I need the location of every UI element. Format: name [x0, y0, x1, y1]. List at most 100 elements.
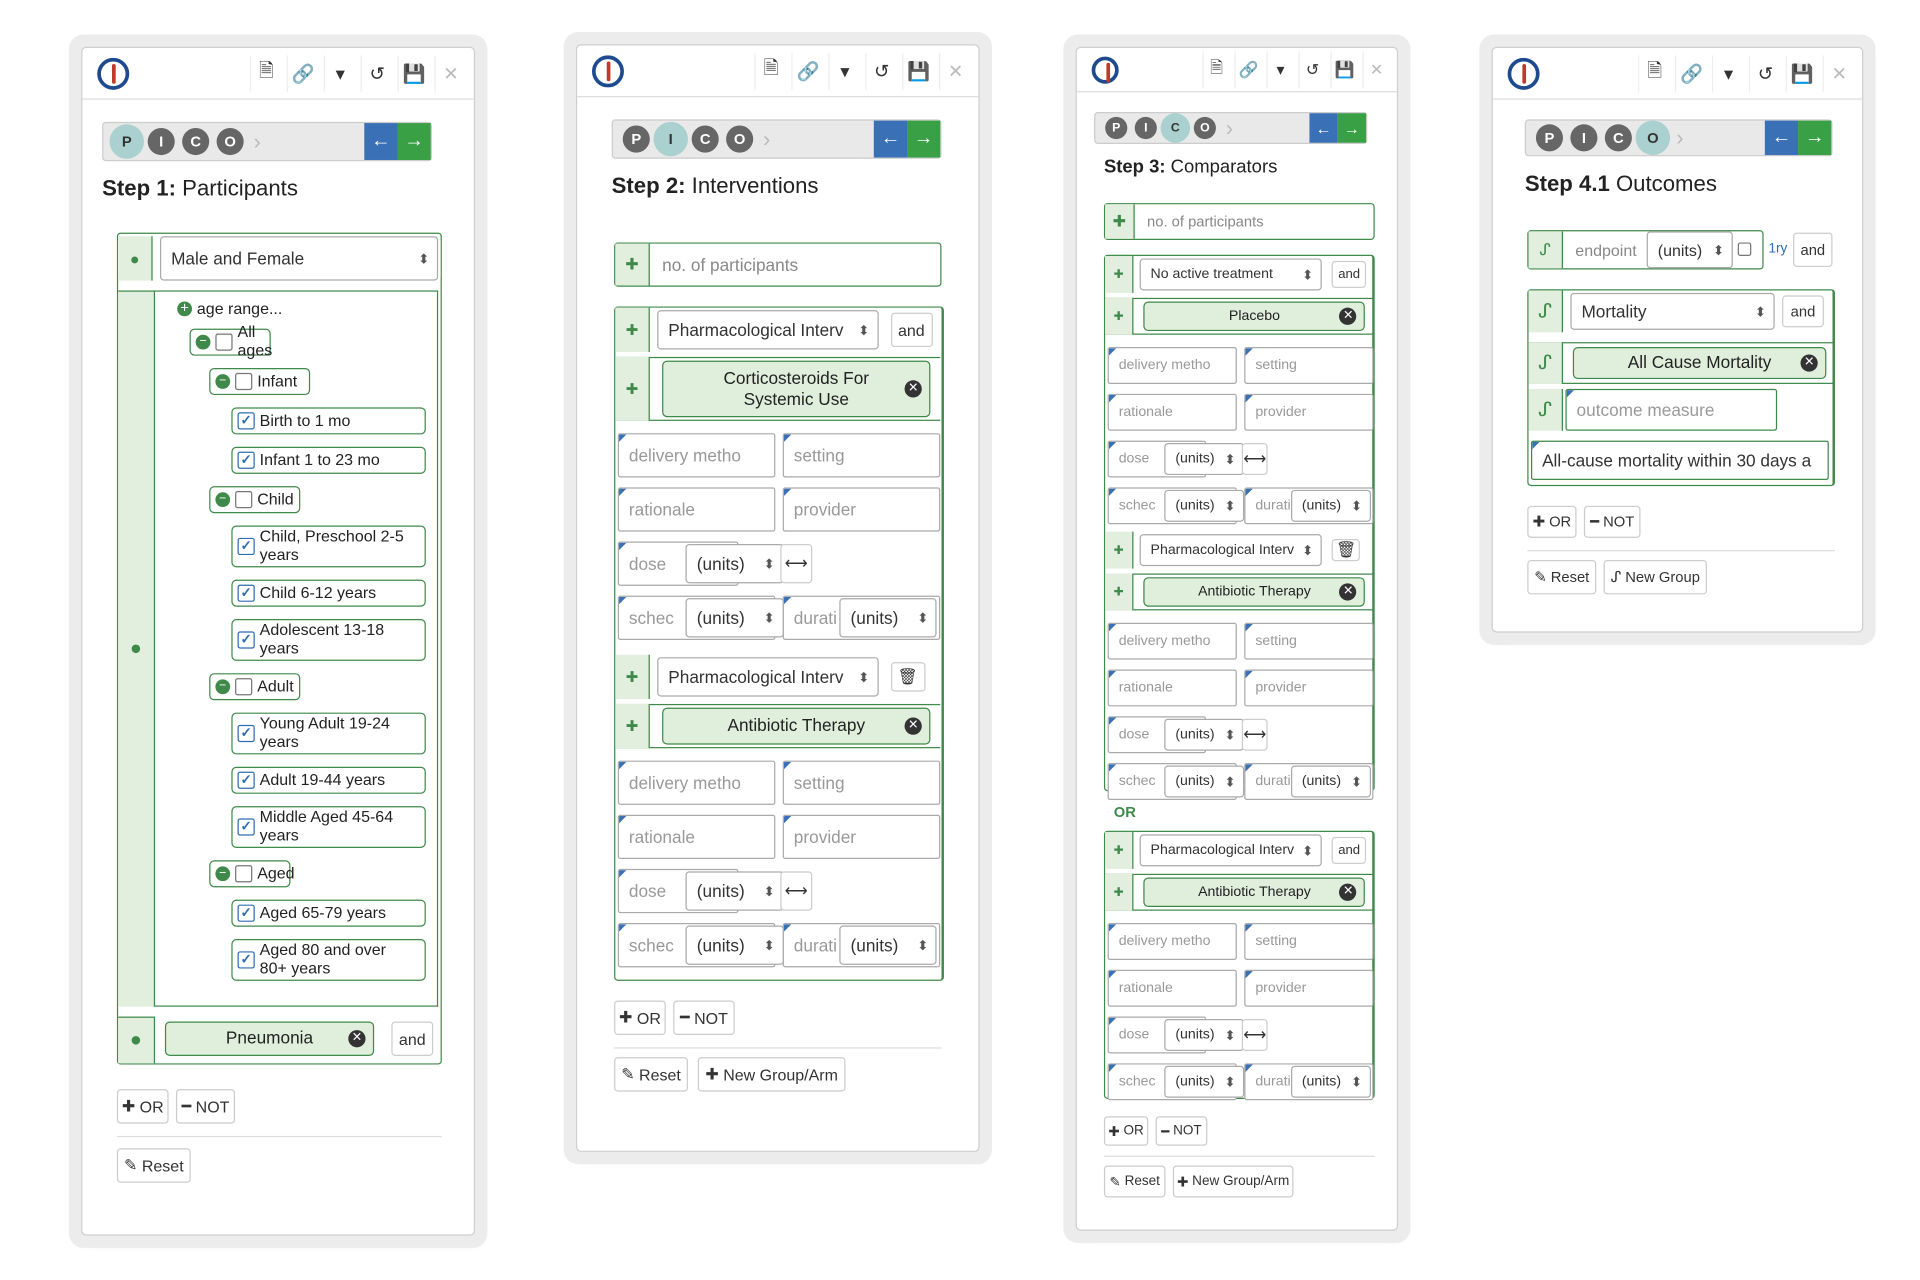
age-checkbox[interactable]: [215, 333, 233, 351]
delete-button[interactable]: 🗑: [890, 662, 925, 692]
age-checkbox[interactable]: ✓: [237, 451, 255, 469]
close-icon[interactable]: ✕: [1822, 54, 1855, 92]
intervention-type-select[interactable]: Pharmacological Interv: [1139, 834, 1322, 867]
provider-input[interactable]: provider: [782, 814, 941, 860]
remove-icon[interactable]: ✕: [904, 380, 922, 398]
drug-chip[interactable]: Antibiotic Therapy ✕: [1143, 877, 1366, 908]
schedule-units-select[interactable]: (units): [685, 925, 784, 965]
new-group-arm-button[interactable]: ✚ New Group/Arm: [697, 1057, 846, 1092]
back-arrow-icon[interactable]: ←: [873, 120, 908, 158]
not-button[interactable]: ━ NOT: [1155, 1116, 1208, 1146]
pico-step-o[interactable]: O: [216, 127, 244, 156]
age-checkbox[interactable]: [235, 372, 253, 391]
provider-input[interactable]: provider: [1244, 669, 1374, 707]
remove-icon[interactable]: ✕: [1339, 883, 1357, 901]
age-checkbox[interactable]: [235, 865, 253, 883]
age-tree-item[interactable]: ✓ Child 6-12 years: [231, 579, 426, 607]
save-icon[interactable]: 💾: [902, 52, 934, 90]
intervention-type-select[interactable]: Pharmacological Interv: [657, 657, 879, 697]
endpoint-units-select[interactable]: (units): [1646, 231, 1733, 269]
delivery-input[interactable]: delivery metho: [1107, 347, 1237, 384]
primary-checkbox[interactable]: [1737, 242, 1752, 256]
delivery-input[interactable]: delivery metho: [1107, 923, 1237, 960]
range-toggle-button[interactable]: ⟷: [1241, 443, 1269, 476]
back-arrow-icon[interactable]: ←: [1764, 120, 1799, 156]
dose-units-select[interactable]: (units): [1164, 443, 1245, 476]
age-tree-item[interactable]: ✓ Young Adult 19-24 years: [231, 712, 426, 755]
range-toggle-button[interactable]: ⟷: [1241, 718, 1269, 751]
participants-count-field[interactable]: ✚ no. of participants: [614, 242, 942, 287]
remove-icon[interactable]: ✕: [1339, 307, 1357, 325]
undo-icon[interactable]: ↺: [360, 54, 393, 92]
and-button[interactable]: and: [1332, 260, 1367, 288]
age-checkbox[interactable]: [235, 678, 253, 696]
reset-button[interactable]: ✎ Reset: [614, 1057, 688, 1092]
and-button[interactable]: and: [1782, 295, 1824, 328]
age-checkbox[interactable]: ✓: [237, 951, 255, 969]
outcome-chip[interactable]: All Cause Mortality ✕: [1572, 347, 1827, 380]
back-arrow-icon[interactable]: ←: [364, 123, 398, 160]
intervention-type-select[interactable]: No active treatment: [1139, 258, 1322, 291]
setting-input[interactable]: setting: [782, 433, 941, 478]
duration-units-select[interactable]: (units): [839, 598, 938, 638]
close-icon[interactable]: ✕: [434, 54, 466, 92]
pico-step-o[interactable]: O: [1639, 124, 1667, 152]
undo-icon[interactable]: ↺: [1748, 54, 1781, 92]
pico-step-c[interactable]: C: [691, 125, 719, 153]
collapse-icon[interactable]: −: [215, 866, 231, 882]
save-icon[interactable]: 💾: [1785, 54, 1818, 92]
schedule-units-select[interactable]: (units): [1164, 765, 1245, 798]
duration-units-select[interactable]: (units): [839, 925, 938, 965]
dose-units-select[interactable]: (units): [685, 871, 784, 911]
reset-button[interactable]: ✎ Reset: [1527, 559, 1597, 595]
duration-units-select[interactable]: (units): [1290, 765, 1371, 798]
link-icon[interactable]: 🔗: [791, 52, 823, 90]
dose-units-select[interactable]: (units): [685, 543, 784, 584]
schedule-units-select[interactable]: (units): [1164, 489, 1245, 522]
not-button[interactable]: ━ NOT: [673, 1000, 735, 1036]
drug-chip[interactable]: Antibiotic Therapy ✕: [1143, 577, 1366, 607]
rationale-input[interactable]: rationale: [1107, 669, 1237, 707]
endpoint-field[interactable]: ᔑ endpoint (units): [1527, 230, 1764, 270]
age-tree-item[interactable]: − Infant: [209, 367, 311, 396]
pico-step-p[interactable]: P: [622, 125, 650, 153]
age-checkbox[interactable]: ✓: [237, 584, 255, 602]
collapse-icon[interactable]: −: [215, 492, 231, 508]
not-button[interactable]: ━ NOT: [175, 1089, 236, 1124]
pico-step-c[interactable]: C: [182, 127, 210, 156]
range-toggle-button[interactable]: ⟷: [780, 543, 813, 584]
pico-step-i[interactable]: I: [147, 127, 175, 156]
age-tree-item[interactable]: ✓ Infant 1 to 23 mo: [231, 446, 426, 474]
age-tree-item[interactable]: ✓ Birth to 1 mo: [231, 407, 426, 435]
reset-button[interactable]: ✎ Reset: [116, 1148, 191, 1183]
provider-input[interactable]: provider: [1244, 393, 1374, 431]
age-checkbox[interactable]: ✓: [237, 631, 255, 649]
age-tree-item[interactable]: ✓ Child, Preschool 2-5 years: [231, 525, 426, 568]
age-range-add[interactable]: + age range...: [177, 299, 282, 318]
age-checkbox[interactable]: [235, 491, 253, 509]
forward-arrow-icon[interactable]: →: [907, 120, 941, 158]
and-button[interactable]: and: [391, 1021, 434, 1056]
age-tree-item[interactable]: − All ages: [189, 323, 272, 359]
age-checkbox[interactable]: ✓: [237, 724, 255, 743]
dropdown-caret-icon[interactable]: ▾: [1711, 54, 1744, 92]
range-toggle-button[interactable]: ⟷: [1241, 1019, 1269, 1052]
setting-input[interactable]: setting: [782, 760, 941, 805]
remove-icon[interactable]: ✕: [1800, 354, 1818, 372]
pico-step-p[interactable]: P: [113, 127, 141, 156]
intervention-type-select[interactable]: Pharmacological Interv: [657, 310, 879, 350]
or-button[interactable]: ✚ OR: [614, 1000, 666, 1036]
age-tree-item[interactable]: ✓ Adult 19-44 years: [231, 766, 426, 794]
or-button[interactable]: ✚ OR: [1527, 505, 1577, 538]
outcome-description-input[interactable]: All-cause mortality within 30 days a: [1530, 440, 1829, 480]
age-checkbox[interactable]: ✓: [237, 537, 255, 556]
or-button[interactable]: ✚ OR: [1103, 1116, 1149, 1146]
pico-step-i[interactable]: I: [1570, 124, 1598, 152]
range-toggle-button[interactable]: ⟷: [780, 871, 813, 911]
and-button[interactable]: and: [890, 312, 933, 348]
age-checkbox[interactable]: ✓: [237, 818, 255, 836]
new-group-arm-button[interactable]: ✚ New Group/Arm: [1172, 1165, 1294, 1198]
remove-icon[interactable]: ✕: [1339, 583, 1357, 601]
and-button[interactable]: and: [1793, 232, 1833, 268]
link-icon[interactable]: 🔗: [1674, 54, 1707, 92]
